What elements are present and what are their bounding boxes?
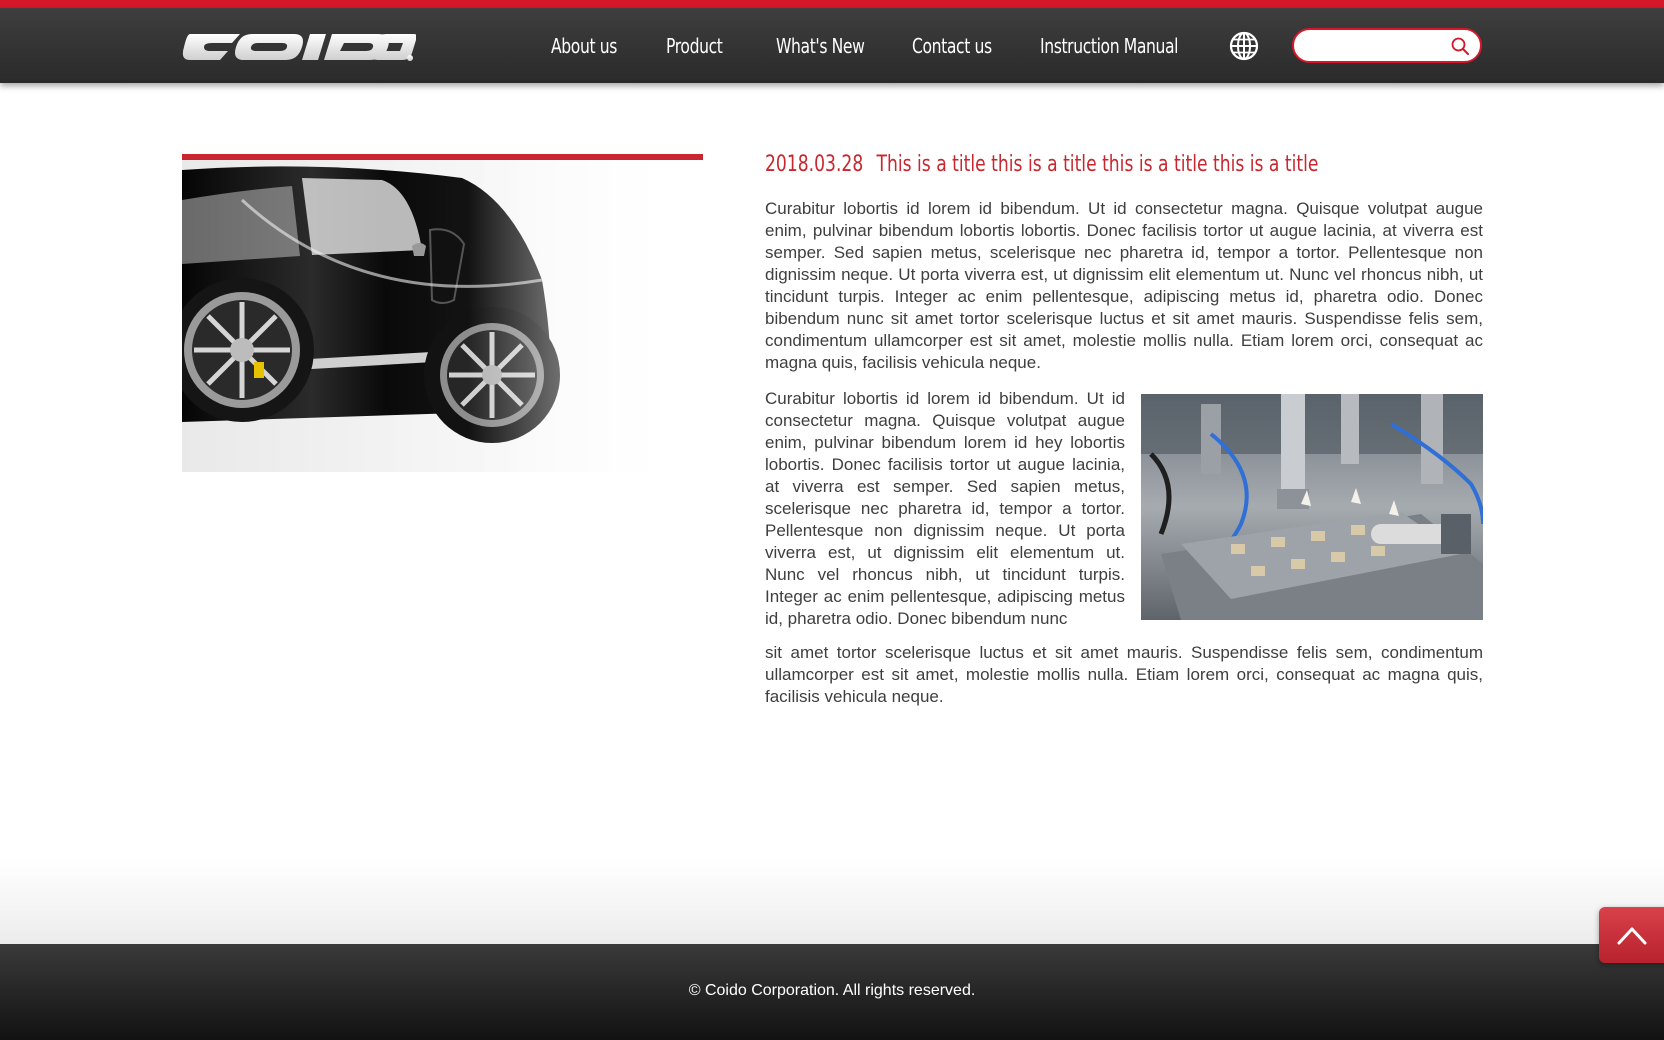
article-date: 2018.03.28 — [765, 152, 864, 177]
article-paragraph: sit amet tortor scelerisque luctus et si… — [765, 643, 1483, 706]
site-footer: © Coido Corporation. All rights reserved… — [0, 944, 1664, 1040]
site-header: About us Product What's New Contact us I… — [0, 8, 1664, 83]
nav-item-product[interactable]: Product — [666, 32, 723, 60]
globe-icon[interactable] — [1228, 30, 1260, 62]
copyright-text: © Coido Corporation. All rights reserved… — [688, 982, 976, 999]
footer-fade — [0, 860, 1664, 944]
nav-item-about-us[interactable]: About us — [551, 32, 617, 60]
search-input[interactable] — [1306, 34, 1442, 58]
nav-item-whats-new[interactable]: What's New — [776, 32, 865, 60]
nav-item-contact-us[interactable]: Contact us — [912, 32, 992, 60]
hero-car-image — [182, 154, 703, 472]
article-paragraph: Curabitur lobortis id lorem id bibendum.… — [765, 389, 1125, 628]
chevron-up-icon — [1617, 927, 1647, 945]
factory-machine-image — [1141, 394, 1483, 620]
article-title: 2018.03.28 This is a title this is a tit… — [765, 150, 1325, 180]
article-paragraph: Curabitur lobortis id lorem id bibendum.… — [765, 199, 1483, 372]
top-accent-stripe — [0, 0, 1664, 8]
search-box — [1292, 28, 1482, 63]
back-to-top-button[interactable] — [1599, 907, 1664, 963]
search-icon[interactable] — [1450, 36, 1470, 56]
nav-item-instruction-manual[interactable]: Instruction Manual — [1040, 32, 1179, 60]
article-title-text: This is a title this is a title this is … — [876, 152, 1319, 177]
